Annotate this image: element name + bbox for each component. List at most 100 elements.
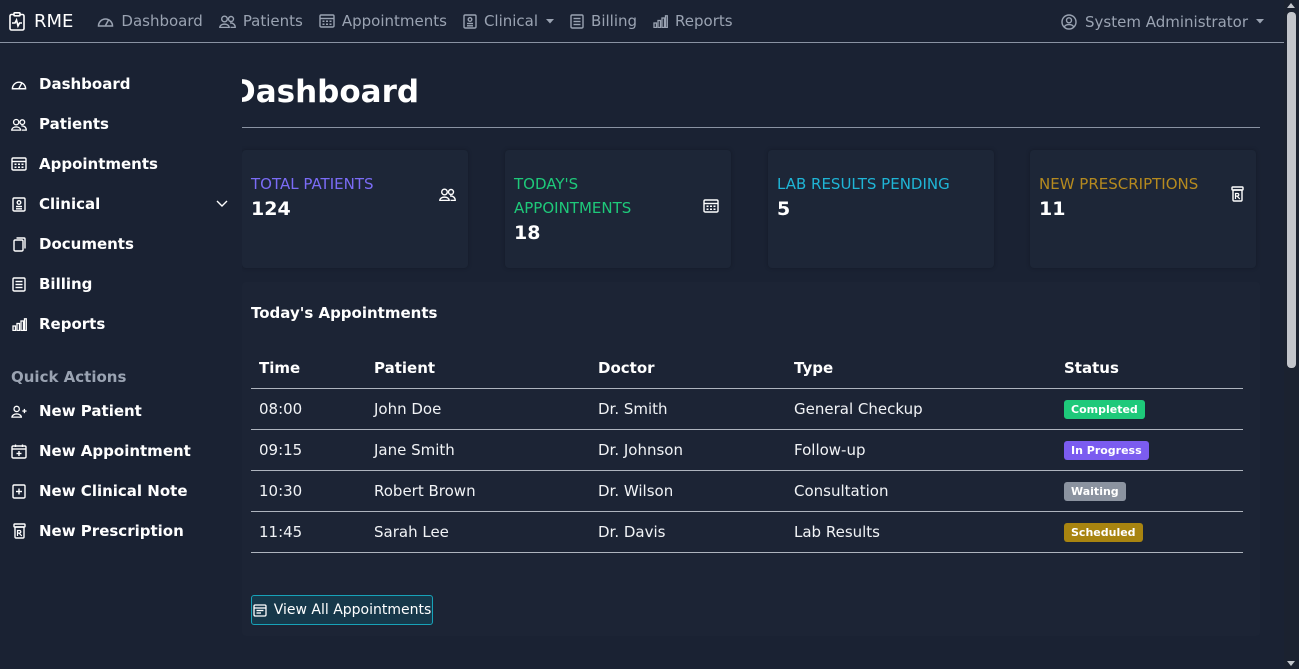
- stat-value: 18: [514, 222, 541, 244]
- note-plus-icon: [11, 483, 27, 499]
- quick-actions-heading: Quick Actions: [11, 368, 127, 386]
- clipboard-pulse-icon: [9, 11, 25, 31]
- table-row[interactable]: 08:00 John Doe Dr. Smith General Checkup…: [251, 388, 1243, 430]
- cell-doctor: Dr. Johnson: [590, 429, 786, 471]
- patients-icon: [11, 118, 27, 131]
- cell-type: General Checkup: [786, 388, 1056, 430]
- nav-reports-label: Reports: [675, 12, 733, 30]
- sidebar-item-dashboard[interactable]: Dashboard: [11, 75, 130, 93]
- nav-billing[interactable]: Billing: [570, 12, 637, 30]
- cell-status: Scheduled: [1056, 511, 1243, 553]
- cell-time: 11:45: [251, 511, 366, 553]
- clinical-icon: [463, 13, 477, 29]
- quick-action-label: New Clinical Note: [39, 482, 188, 500]
- sidebar-item-documents[interactable]: Documents: [11, 235, 134, 253]
- stat-label: LAB RESULTS PENDING: [777, 175, 950, 193]
- calendar-icon: [703, 199, 719, 213]
- cell-time: 08:00: [251, 388, 366, 430]
- status-badge: In Progress: [1064, 440, 1149, 460]
- patients-icon: [439, 188, 456, 201]
- reports-icon: [653, 14, 668, 28]
- quick-action-new-patient[interactable]: New Patient: [11, 402, 142, 420]
- sidebar-item-reports[interactable]: Reports: [11, 315, 105, 333]
- stat-card-total-patients: TOTAL PATIENTS 124: [242, 150, 468, 268]
- cell-patient: John Doe: [366, 388, 590, 430]
- user-menu[interactable]: System Administrator: [1061, 0, 1264, 43]
- sidebar: Dashboard Patients Appointments Clinical…: [0, 49, 242, 669]
- cell-doctor: Dr. Wilson: [590, 470, 786, 512]
- dashboard-icon: [97, 15, 114, 28]
- quick-action-label: New Appointment: [39, 442, 191, 460]
- nav-clinical[interactable]: Clinical: [463, 12, 555, 30]
- column-header: Patient: [366, 348, 590, 389]
- calendar-plus-icon: [11, 444, 27, 459]
- table-row[interactable]: 09:15 Jane Smith Dr. Johnson Follow-up I…: [251, 429, 1243, 471]
- table-row[interactable]: 10:30 Robert Brown Dr. Wilson Consultati…: [251, 470, 1243, 512]
- user-circle-icon: [1061, 13, 1077, 30]
- dashboard-icon: [11, 78, 27, 91]
- quick-action-new-prescription[interactable]: New Prescription: [11, 522, 184, 540]
- sidebar-item-patients[interactable]: Patients: [11, 115, 109, 133]
- clinical-icon: [11, 196, 27, 212]
- add-person-icon: [11, 405, 27, 418]
- nav-appointments[interactable]: Appointments: [319, 12, 447, 30]
- vertical-scrollbar[interactable]: [1284, 0, 1299, 669]
- stat-value: 5: [777, 198, 791, 220]
- status-badge: Scheduled: [1064, 522, 1143, 542]
- billing-icon: [570, 13, 584, 29]
- nav-billing-label: Billing: [591, 12, 638, 30]
- stat-value: 11: [1039, 198, 1066, 220]
- documents-icon: [11, 236, 27, 252]
- stat-value: 124: [251, 198, 291, 220]
- top-navbar: RME Dashboard Patients Appointments Clin…: [0, 0, 1284, 43]
- stat-card-new-prescriptions: NEW PRESCRIPTIONS 11: [1030, 150, 1256, 268]
- caret-down-icon: [1256, 19, 1264, 24]
- brand[interactable]: RME: [9, 11, 73, 32]
- scroll-down-arrow-icon[interactable]: [1287, 661, 1295, 666]
- sidebar-item-clinical[interactable]: Clinical: [11, 195, 100, 213]
- sidebar-item-label: Clinical: [39, 195, 101, 213]
- nav-reports[interactable]: Reports: [653, 12, 733, 30]
- stat-card-lab-results-pending: LAB RESULTS PENDING 5: [768, 150, 994, 268]
- nav-patients[interactable]: Patients: [218, 12, 303, 30]
- sidebar-item-appointments[interactable]: Appointments: [11, 155, 158, 173]
- nav-dashboard[interactable]: Dashboard: [97, 12, 203, 30]
- chevron-down-icon[interactable]: [216, 200, 228, 207]
- nav-clinical-label: Clinical: [483, 12, 539, 30]
- cell-status: Waiting: [1056, 470, 1243, 512]
- view-all-label: View All Appointments: [273, 602, 432, 618]
- cell-type: Lab Results: [786, 511, 1056, 553]
- column-header: Status: [1056, 348, 1243, 389]
- cell-patient: Sarah Lee: [366, 511, 590, 553]
- caret-down-icon: [546, 18, 555, 24]
- cell-patient: Jane Smith: [366, 429, 590, 471]
- user-name: System Administrator: [1085, 12, 1248, 31]
- cell-time: 10:30: [251, 470, 366, 512]
- column-header: Time: [251, 348, 366, 389]
- scroll-up-arrow-icon[interactable]: [1287, 3, 1295, 8]
- patients-icon: [218, 15, 236, 28]
- cell-type: Consultation: [786, 470, 1056, 512]
- stat-label: TODAY'S APPOINTMENTS: [514, 175, 632, 217]
- view-all-appointments-button[interactable]: View All Appointments: [251, 595, 433, 625]
- cell-patient: Robert Brown: [366, 470, 590, 512]
- prescription-icon: [1231, 186, 1244, 202]
- title-divider: [242, 127, 1260, 128]
- cell-doctor: Dr. Smith: [590, 388, 786, 430]
- status-badge: Waiting: [1064, 481, 1126, 501]
- nav-appointments-label: Appointments: [341, 12, 447, 30]
- sidebar-item-label: Reports: [39, 315, 106, 333]
- cell-status: In Progress: [1056, 429, 1243, 471]
- sidebar-item-billing[interactable]: Billing: [11, 275, 92, 293]
- table-row[interactable]: 11:45 Sarah Lee Dr. Davis Lab Results Sc…: [251, 511, 1243, 553]
- appointments-title: Today's Appointments: [251, 304, 438, 322]
- quick-action-new-appointment[interactable]: New Appointment: [11, 442, 191, 460]
- stat-label: NEW PRESCRIPTIONS: [1039, 175, 1199, 193]
- scrollbar-thumb[interactable]: [1287, 12, 1296, 368]
- sidebar-item-label: Appointments: [39, 155, 158, 173]
- cell-doctor: Dr. Davis: [590, 511, 786, 553]
- nav-dashboard-label: Dashboard: [121, 12, 203, 30]
- quick-action-label: New Prescription: [39, 522, 184, 540]
- quick-action-label: New Patient: [39, 402, 142, 420]
- quick-action-new-clinical-note[interactable]: New Clinical Note: [11, 482, 188, 500]
